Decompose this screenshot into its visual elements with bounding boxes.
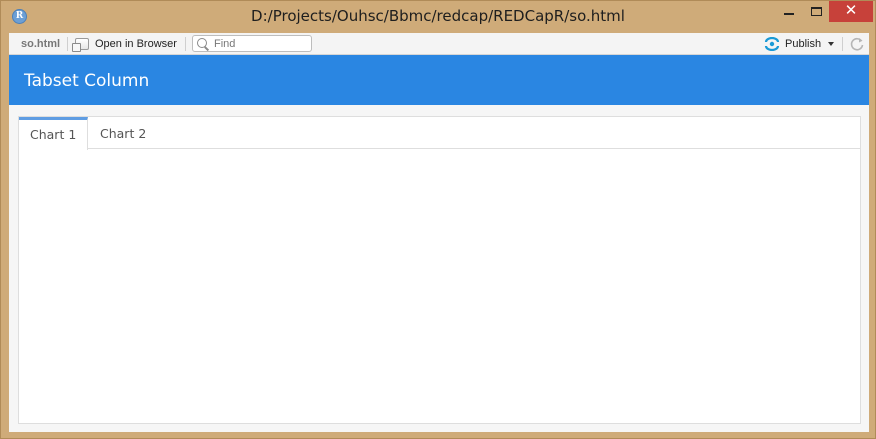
navbar-title: Tabset Column bbox=[24, 71, 150, 91]
toolbar-divider bbox=[185, 37, 186, 51]
tab-chart-2[interactable]: Chart 2 bbox=[89, 117, 157, 150]
publish-label: Publish bbox=[785, 38, 822, 50]
open-in-browser-label: Open in Browser bbox=[95, 38, 177, 50]
maximize-button[interactable] bbox=[803, 1, 831, 22]
find-input[interactable] bbox=[214, 37, 309, 50]
viewer-window: R D:/Projects/Ouhsc/Bbmc/redcap/REDCapR/… bbox=[0, 0, 876, 439]
minimize-button[interactable] bbox=[775, 1, 803, 22]
toolbar-divider bbox=[842, 37, 843, 51]
search-icon bbox=[197, 37, 209, 50]
find-box[interactable] bbox=[192, 35, 312, 52]
tabset-panel: Chart 1 Chart 2 bbox=[18, 116, 861, 424]
refresh-icon[interactable] bbox=[849, 36, 865, 52]
publish-icon bbox=[764, 37, 780, 51]
open-in-browser-button[interactable]: Open in Browser bbox=[72, 36, 177, 52]
file-name-label: so.html bbox=[21, 38, 61, 50]
close-icon: ✕ bbox=[844, 2, 858, 19]
viewer-content: Tabset Column Chart 1 Chart 2 bbox=[9, 55, 869, 432]
maximize-icon bbox=[811, 7, 822, 16]
title-bar[interactable]: R D:/Projects/Ouhsc/Bbmc/redcap/REDCapR/… bbox=[1, 1, 875, 33]
minimize-icon bbox=[784, 13, 794, 15]
window-title: D:/Projects/Ouhsc/Bbmc/redcap/REDCapR/so… bbox=[251, 7, 625, 25]
tab-chart-1[interactable]: Chart 1 bbox=[19, 117, 89, 150]
viewer-toolbar: so.html Open in Browser Publish bbox=[9, 33, 869, 55]
chevron-down-icon[interactable] bbox=[828, 42, 835, 46]
close-button[interactable]: ✕ bbox=[829, 1, 873, 22]
tab-bar: Chart 1 Chart 2 bbox=[19, 117, 860, 150]
open-in-browser-icon bbox=[72, 38, 89, 52]
toolbar-divider bbox=[67, 37, 68, 51]
publish-button[interactable]: Publish bbox=[763, 36, 835, 52]
dashboard-navbar: Tabset Column bbox=[9, 55, 869, 105]
